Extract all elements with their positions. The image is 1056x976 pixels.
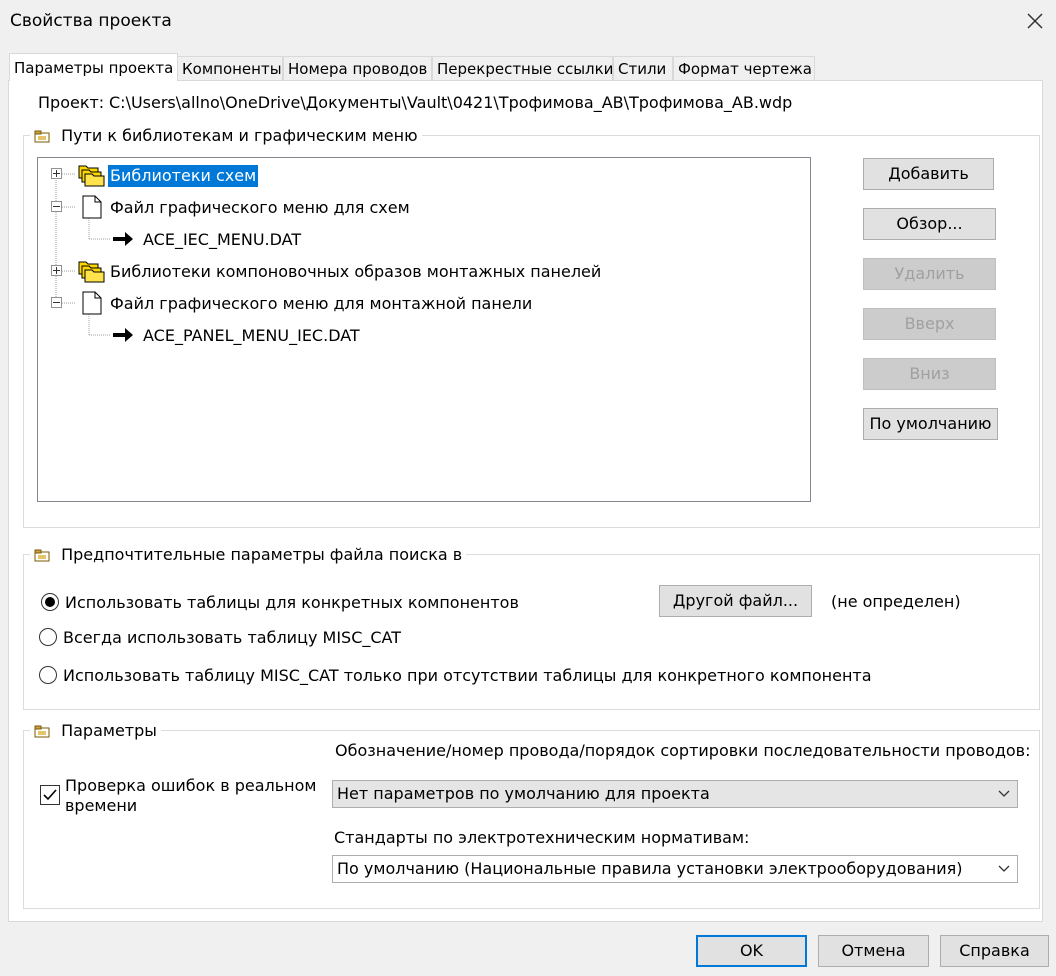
project-label: Проект: [38,93,105,112]
other-file-button[interactable]: Другой файл... [659,585,812,617]
window-title: Свойства проекта [10,11,172,31]
search-group-header: Предпочтительные параметры файла поиска … [30,545,467,564]
tab-wire-numbers[interactable]: Номера проводов [283,56,432,80]
radio-misc-cat-fallback-label[interactable]: Использовать таблицу MISC_CAT только при… [63,666,872,685]
wire-sort-value: Нет параметров по умолчанию для проекта [337,784,710,803]
folder-stack-icon [78,165,105,187]
tree-node-panel-libraries[interactable]: Библиотеки компоновочных образов монтажн… [110,262,601,281]
close-icon [1027,13,1043,29]
group-icon [34,549,50,561]
tree-node-schematic-menu-file[interactable]: Файл графического меню для схем [110,198,410,217]
folder-stack-icon [78,261,105,283]
document-icon [82,291,102,315]
wire-sort-label: Обозначение/номер провода/порядок сортир… [335,741,1031,760]
tab-project-params[interactable]: Параметры проекта [9,53,178,81]
libraries-group-header: Пути к библиотекам и графическим меню [30,126,422,145]
wire-sort-select[interactable]: Нет параметров по умолчанию для проекта [332,780,1018,808]
params-group-title: Параметры [61,721,157,740]
radio-specific-tables[interactable] [41,593,59,611]
radio-misc-cat-fallback[interactable] [39,666,57,684]
tab-drawing-format[interactable]: Формат чертежа [673,56,815,80]
standards-select[interactable]: По умолчанию (Национальные правила устан… [332,855,1018,883]
document-icon [82,195,102,219]
chevron-down-icon [998,790,1010,797]
default-button[interactable]: По умолчанию [863,408,998,440]
realtime-check-label-line2: времени [65,796,138,815]
tree-node-ace-iec-menu[interactable]: ACE_IEC_MENU.DAT [143,230,301,249]
tab-styles[interactable]: Стили [613,56,673,80]
checkmark-icon [43,789,57,801]
move-up-button[interactable]: Вверх [863,308,996,340]
add-button[interactable]: Добавить [863,158,994,190]
expand-plus-icon[interactable] [51,168,62,179]
help-button[interactable]: Справка [940,935,1049,967]
move-down-button[interactable]: Вниз [863,358,996,390]
tab-components[interactable]: Компоненты [177,56,283,80]
group-icon [34,725,50,737]
radio-specific-tables-label[interactable]: Использовать таблицы для конкретных комп… [65,593,519,612]
other-file-status: (не определен) [831,592,961,611]
collapse-minus-icon[interactable] [51,201,62,212]
group-icon [34,130,50,142]
realtime-check-label[interactable]: Проверка ошибок в реальном времени [65,776,317,816]
arrow-right-icon [113,328,133,342]
realtime-check-label-line1: Проверка ошибок в реальном [65,776,317,795]
radio-always-misc-cat[interactable] [39,628,57,646]
libraries-group-title: Пути к библиотекам и графическим меню [61,126,418,145]
arrow-right-icon [113,232,133,246]
project-path: C:\Users\allno\OneDrive\Документы\Vault\… [109,93,793,112]
realtime-check-checkbox[interactable] [40,785,60,805]
tab-cross-references[interactable]: Перекрестные ссылки [432,56,613,80]
tree-node-panel-menu-file[interactable]: Файл графического меню для монтажной пан… [110,294,532,313]
delete-button[interactable]: Удалить [863,258,996,290]
tree-node-schematic-libraries[interactable]: Библиотеки схем [108,165,259,187]
tree-node-ace-panel-menu[interactable]: ACE_PANEL_MENU_IEC.DAT [143,326,360,345]
search-group-title: Предпочтительные параметры файла поиска … [61,545,463,564]
close-button[interactable] [1020,6,1050,36]
cancel-button[interactable]: Отмена [818,935,929,967]
browse-button[interactable]: Обзор... [863,208,996,240]
params-group-header: Параметры [30,721,161,740]
ok-button[interactable]: OK [696,935,807,967]
collapse-minus-icon[interactable] [51,297,62,308]
chevron-down-icon [998,865,1010,872]
radio-always-misc-cat-label[interactable]: Всегда использовать таблицу MISC_CAT [63,628,401,647]
standards-label: Стандарты по электротехническим норматив… [334,828,750,847]
standards-value: По умолчанию (Национальные правила устан… [337,859,963,878]
expand-plus-icon[interactable] [51,265,62,276]
